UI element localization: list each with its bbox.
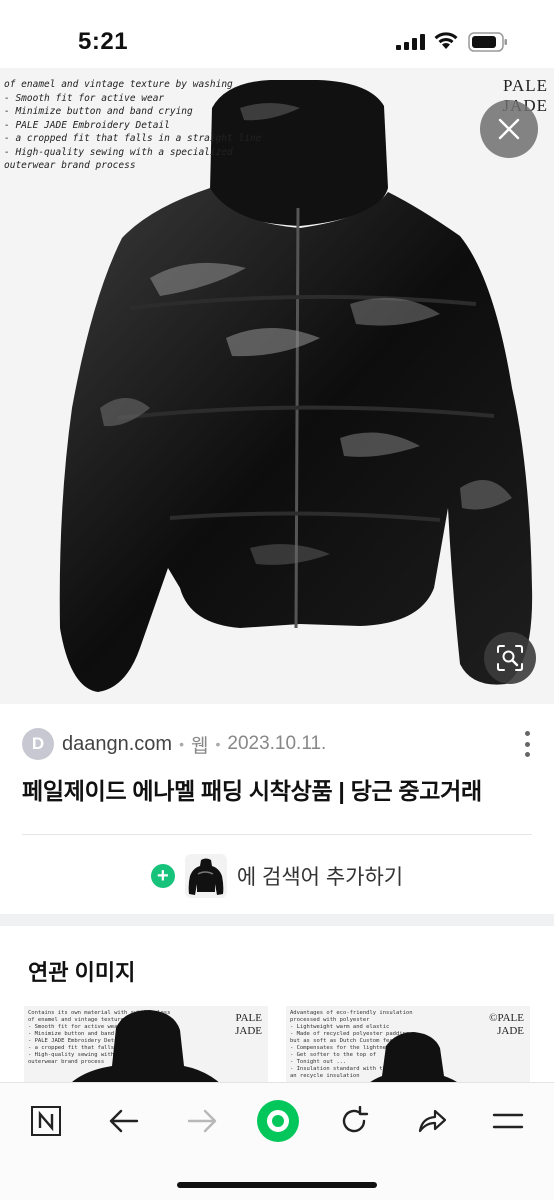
spec-line: - High-quality sewing with a specialized — [4, 146, 233, 158]
green-home-button[interactable] — [252, 1095, 304, 1147]
site-favicon: D — [22, 728, 54, 760]
battery-icon — [468, 32, 507, 52]
cellular-signal-icon — [396, 34, 425, 50]
keyword-thumbnail — [184, 854, 227, 898]
divider — [22, 834, 532, 835]
plus-icon: + — [150, 864, 175, 888]
spec-line: - Minimize button and band crying — [4, 106, 193, 117]
more-options-icon[interactable] — [522, 731, 532, 757]
source-row[interactable]: D daangn.com • 웹 • 2023.10.11. — [22, 727, 532, 761]
wifi-icon — [434, 32, 458, 49]
add-keyword-label: 에 검색어 추가하기 — [236, 866, 404, 889]
share-button[interactable] — [408, 1097, 456, 1145]
refresh-button[interactable] — [330, 1097, 378, 1145]
naver-home-button[interactable] — [22, 1097, 70, 1145]
share-icon — [418, 1109, 447, 1133]
naver-n-icon — [31, 1106, 61, 1136]
forward-arrow-icon — [187, 1109, 217, 1133]
spec-line: outerwear brand process — [4, 160, 136, 171]
close-button[interactable] — [480, 100, 538, 158]
brand-logo-line1: PALE — [503, 76, 548, 95]
add-keyword-button[interactable]: + 에 검색어 추가하기 — [0, 848, 554, 904]
status-time: 5:21 — [78, 28, 129, 55]
spec-line: of enamel and vintage texture by washing — [4, 79, 233, 90]
forward-button[interactable] — [178, 1097, 226, 1145]
source-date: 2023.10.11. — [227, 733, 327, 754]
section-divider — [0, 914, 554, 926]
back-button[interactable] — [100, 1097, 148, 1145]
hero-image[interactable]: of enamel and vintage texture by washing… — [0, 68, 554, 704]
related-images-title: 연관 이미지 — [28, 960, 136, 985]
separator-dot: • — [215, 736, 221, 752]
home-indicator — [177, 1182, 377, 1188]
home-green-circle-icon — [257, 1100, 299, 1142]
spec-line: - Smooth fit for active wear — [4, 92, 165, 104]
refresh-icon — [342, 1106, 369, 1133]
menu-icon — [492, 1113, 524, 1129]
image-search-button[interactable] — [484, 632, 536, 684]
separator-dot: • — [179, 736, 184, 752]
image-search-icon — [497, 645, 523, 671]
back-arrow-icon — [109, 1109, 139, 1133]
spec-notes: of enamel and vintage texture by washing… — [4, 78, 261, 173]
result-title[interactable]: 페일제이드 에나멜 패딩 시착상품 | 당근 중고거래 — [22, 772, 482, 806]
menu-button[interactable] — [484, 1097, 532, 1145]
close-icon — [498, 118, 520, 140]
spec-line: - a cropped fit that falls in a straight… — [4, 133, 262, 144]
source-domain[interactable]: daangn.com — [62, 733, 172, 756]
spec-line: - PALE JADE Embroidery Detail — [4, 119, 170, 131]
source-type: 웹 — [190, 735, 209, 757]
